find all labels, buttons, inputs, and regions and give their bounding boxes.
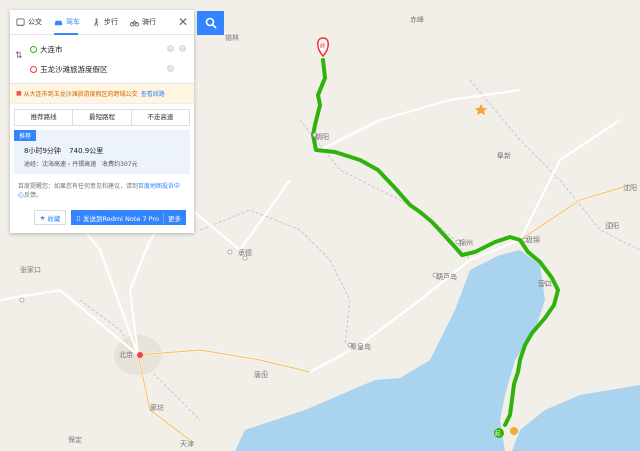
mode-car[interactable]: 驾车 (48, 10, 86, 34)
end-field[interactable]: 玉龙沙滩旅游度假区 × (10, 59, 194, 79)
feedback-text: 百度提醒您：如果您有任何意见和建议，请到百度地图投诉中心反馈。 (18, 183, 181, 199)
svg-text:北京: 北京 (119, 350, 133, 359)
svg-text:承德: 承德 (238, 248, 252, 257)
walk-icon (94, 18, 99, 26)
tab-shortest[interactable]: 最短路程 (73, 110, 132, 125)
route-panel: 公交 驾车 步行 骑行 ✕ ⇅ 大连市 × + 玉龙沙滩旅游度假区 × ■ 从大… (10, 10, 194, 233)
start-field[interactable]: 大连市 × + (10, 39, 194, 59)
svg-text:天津: 天津 (180, 440, 194, 448)
svg-text:唐山: 唐山 (254, 370, 268, 379)
svg-text:张家口: 张家口 (20, 265, 41, 274)
route-toll: 收费约307元 (102, 161, 138, 168)
mode-bike[interactable]: 骑行 (124, 10, 162, 34)
svg-text:葫芦岛: 葫芦岛 (436, 272, 457, 281)
svg-text:营口: 营口 (538, 279, 552, 288)
add-waypoint-icon[interactable]: + (179, 45, 186, 52)
svg-text:辽阳: 辽阳 (605, 221, 619, 230)
phone-icon: ▯ (76, 213, 80, 222)
remove-icon[interactable]: × (167, 65, 174, 72)
bike-icon (130, 19, 139, 27)
end-dot-icon (30, 66, 37, 73)
bus-small-icon: ■ (16, 90, 22, 97)
remove-icon[interactable]: × (167, 45, 174, 52)
svg-text:秦皇岛: 秦皇岛 (350, 342, 371, 351)
svg-text:锦州: 锦州 (459, 238, 473, 247)
svg-text:盘锦: 盘锦 (526, 235, 540, 244)
svg-text:锡林: 锡林 (225, 33, 239, 42)
recommended-badge: 推荐 (14, 130, 37, 141)
mode-bus[interactable]: 公交 (10, 10, 48, 34)
svg-text:终: 终 (320, 42, 326, 50)
tab-no-highway[interactable]: 不走高速 (132, 110, 189, 125)
route-duration: 8小时9分钟 (24, 147, 61, 155)
route-option-tabs: 推荐路线 最短路程 不走高速 (14, 109, 190, 126)
route-summary[interactable]: 推荐 8小时9分钟 740.9公里 途经：沈海高速 › 丹锡高速 收费约307元 (14, 130, 190, 174)
start-dot-icon (30, 46, 37, 53)
search-button[interactable] (197, 11, 224, 35)
car-icon (54, 20, 63, 25)
send-to-phone-button[interactable]: ▯ 发送到Redmi Note 7 Pro 更多 (71, 210, 186, 225)
route-via: 途经：沈海高速 › 丹锡高速 (24, 161, 97, 168)
svg-text:保定: 保定 (68, 435, 82, 444)
more-button[interactable]: 更多 (163, 212, 181, 223)
svg-text:廊坊: 廊坊 (150, 403, 164, 412)
svg-text:阜新: 阜新 (497, 151, 511, 160)
svg-text:沈阳: 沈阳 (623, 183, 637, 192)
route-distance: 740.9公里 (69, 147, 104, 155)
bus-icon (16, 17, 25, 26)
svg-text:起: 起 (495, 430, 501, 437)
view-lines-link[interactable]: 查看线路 (141, 89, 165, 98)
route-inputs: ⇅ 大连市 × + 玉龙沙滩旅游度假区 × (10, 35, 194, 84)
search-icon (205, 17, 217, 29)
star-icon: ★ (39, 213, 46, 222)
svg-text:朝阳: 朝阳 (315, 132, 329, 141)
svg-text:赤峰: 赤峰 (410, 15, 424, 24)
favorite-button[interactable]: ★ 收藏 (33, 210, 67, 225)
close-icon[interactable]: ✕ (178, 15, 188, 29)
travel-mode-tabs: 公交 驾车 步行 骑行 ✕ (10, 10, 194, 35)
transit-notice: ■ 从大连市到玉龙沙滩旅游度假区的跨城公交 查看线路 (10, 84, 194, 104)
mode-walk[interactable]: 步行 (86, 10, 124, 34)
tab-recommended[interactable]: 推荐路线 (15, 110, 74, 125)
route-actions: ★ 收藏 ▯ 发送到Redmi Note 7 Pro 更多 (10, 206, 194, 233)
